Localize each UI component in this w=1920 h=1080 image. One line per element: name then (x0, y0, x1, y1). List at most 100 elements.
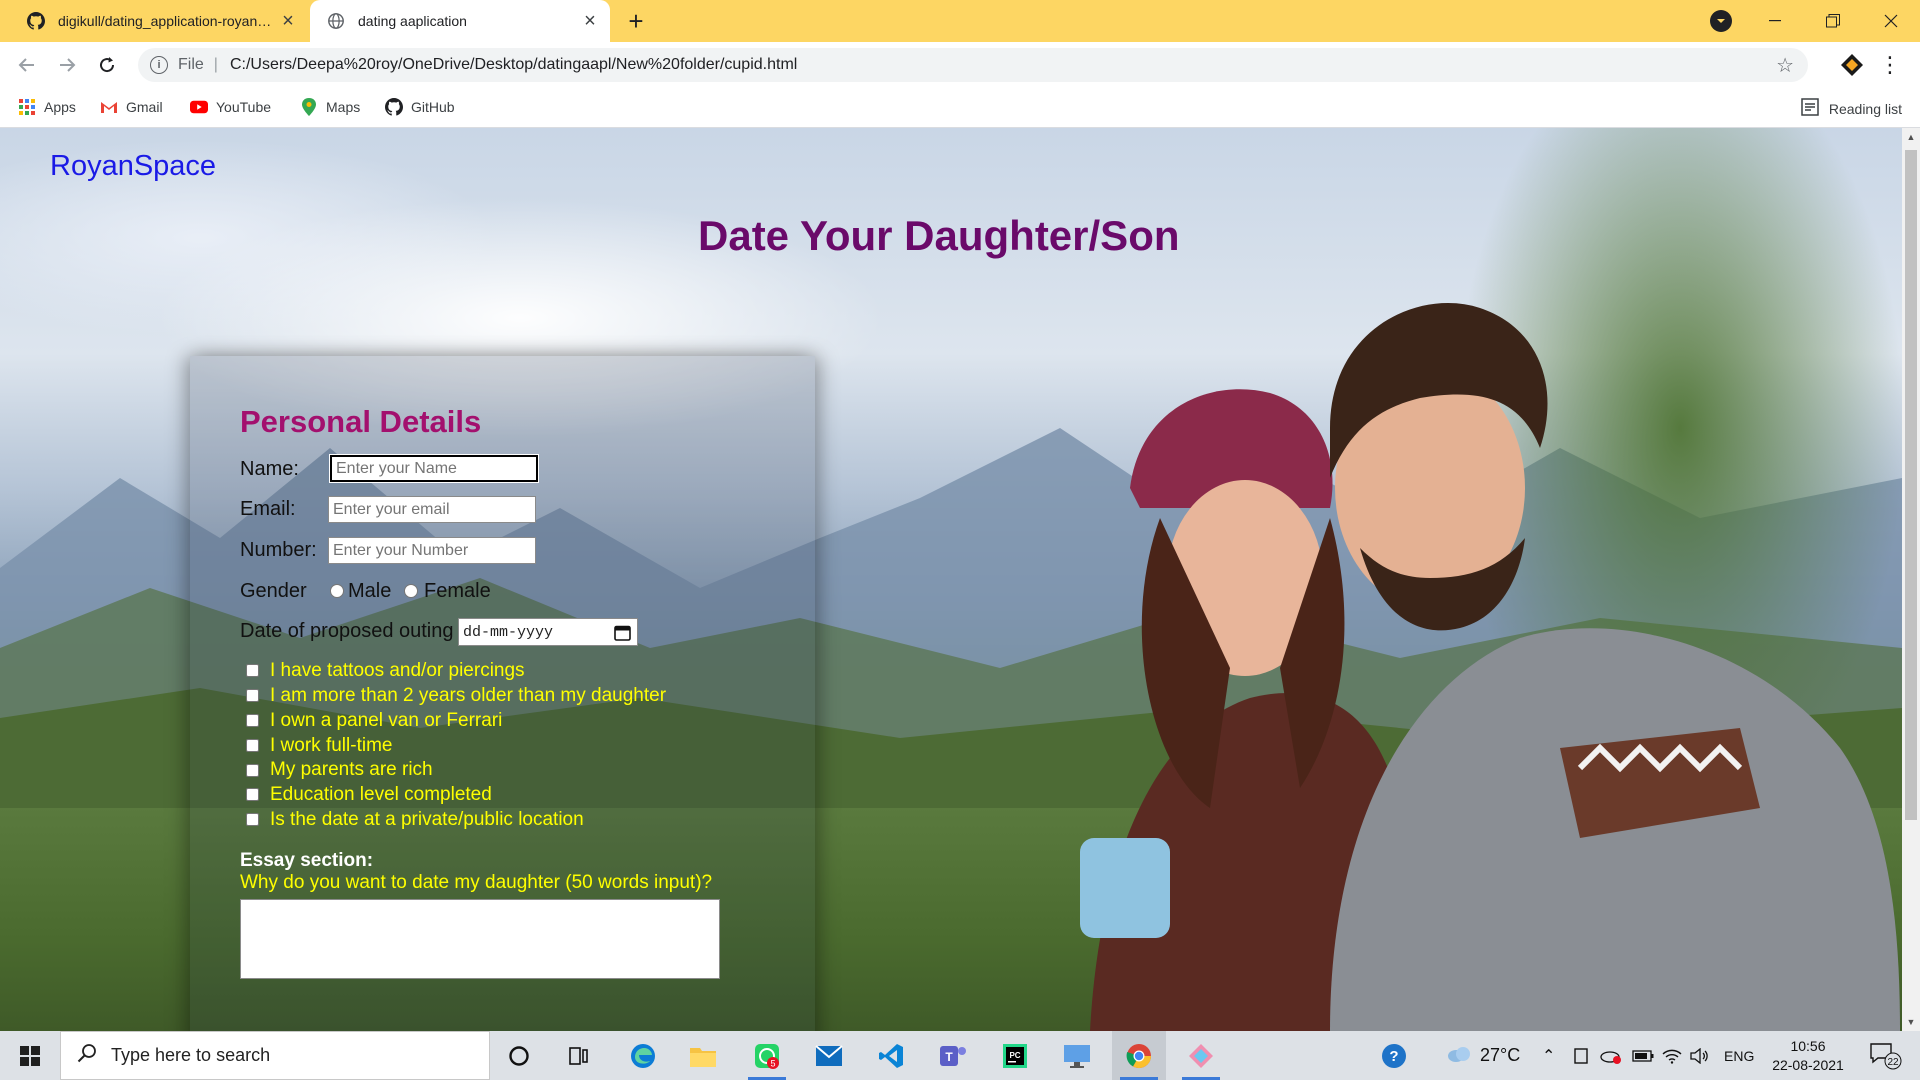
checkbox-rich-parents[interactable] (246, 764, 259, 777)
minimize-icon[interactable] (1752, 0, 1798, 42)
edge-icon[interactable] (616, 1031, 670, 1080)
maps-icon (300, 98, 318, 116)
taskbar-clock[interactable]: 10:56 22-08-2021 (1763, 1037, 1853, 1075)
tray-chevron-icon[interactable]: ⌃ (1542, 1031, 1555, 1080)
bookmark-youtube[interactable]: YouTube (190, 98, 271, 116)
bookmark-gmail[interactable]: Gmail (100, 98, 163, 116)
tab-dating[interactable]: dating aaplication × (310, 0, 610, 42)
help-icon[interactable]: ? (1380, 1031, 1408, 1080)
checkbox-label[interactable]: I work full-time (270, 735, 392, 757)
taskbar-search-box[interactable]: Type here to search (60, 1031, 490, 1080)
teams-icon[interactable]: T (926, 1031, 980, 1080)
weather-cloud-icon (1446, 1044, 1472, 1068)
checkbox-education[interactable] (246, 788, 259, 801)
bookmark-star-icon[interactable]: ☆ (1776, 53, 1794, 78)
language-indicator[interactable]: ENG (1724, 1031, 1754, 1080)
restore-icon[interactable] (1810, 0, 1856, 42)
checkbox-label[interactable]: I am more than 2 years older than my dau… (270, 685, 666, 707)
svg-text:PC: PC (1009, 1051, 1020, 1060)
chrome-taskbar-icon[interactable] (1112, 1031, 1166, 1080)
url-text[interactable]: C:/Users/Deepa%20roy/OneDrive/Desktop/da… (230, 56, 797, 74)
new-tab-button[interactable]: + (622, 6, 650, 36)
scroll-up-icon[interactable]: ▲ (1902, 128, 1920, 146)
checkbox-older[interactable] (246, 689, 259, 702)
chrome-menu-icon[interactable]: ⋮ (1879, 50, 1901, 80)
checkbox-label[interactable]: Education level completed (270, 784, 492, 806)
calendar-icon[interactable] (614, 624, 631, 641)
couple-photo (1080, 303, 1900, 1031)
essay-textarea[interactable] (240, 899, 720, 979)
bookmark-label: GitHub (411, 99, 455, 115)
reading-list-button[interactable]: Reading list (1801, 98, 1902, 119)
task-view-icon[interactable] (552, 1031, 606, 1080)
clock-date: 22-08-2021 (1772, 1057, 1844, 1073)
number-input[interactable]: Enter your Number (328, 537, 536, 564)
page-viewport: RoyanSpace Date Your Daughter/Son Person… (0, 128, 1902, 1031)
scroll-thumb[interactable] (1905, 150, 1917, 820)
email-input[interactable]: Enter your email (328, 496, 536, 523)
checkbox-label[interactable]: I have tattoos and/or piercings (270, 660, 525, 682)
battery-icon[interactable] (1632, 1031, 1654, 1080)
checkbox-label[interactable]: I own a panel van or Ferrari (270, 710, 502, 732)
brand-logo[interactable]: RoyanSpace (50, 150, 216, 183)
checkbox-location[interactable] (246, 813, 259, 826)
taskbar-search-placeholder: Type here to search (111, 1045, 271, 1065)
tab-title: dating aaplication (358, 13, 467, 29)
personal-details-form: Personal Details Name: Enter your Name E… (190, 356, 815, 1031)
cortana-icon[interactable] (492, 1031, 546, 1080)
address-bar[interactable]: i File | C:/Users/Deepa%20roy/OneDrive/D… (138, 48, 1808, 82)
name-input[interactable]: Enter your Name (329, 454, 539, 483)
url-separator: | (213, 56, 218, 73)
checkbox-label[interactable]: Is the date at a private/public location (270, 809, 584, 831)
snipping-tool-icon[interactable] (1174, 1031, 1228, 1080)
close-tab-icon[interactable]: × (274, 7, 302, 35)
bookmark-maps[interactable]: Maps (300, 98, 360, 116)
gender-female-radio[interactable] (404, 584, 418, 598)
tab-search-icon[interactable] (1710, 10, 1732, 32)
page-scrollbar[interactable]: ▲ ▼ (1902, 128, 1920, 1031)
reload-icon[interactable] (92, 50, 122, 80)
bookmark-apps[interactable]: Apps (18, 98, 76, 116)
file-explorer-icon[interactable] (676, 1031, 730, 1080)
wifi-icon[interactable] (1662, 1031, 1682, 1080)
extension-icon[interactable] (1840, 53, 1864, 77)
svg-text:?: ? (1389, 1048, 1398, 1065)
date-input[interactable]: dd-mm-yyyy (458, 618, 638, 646)
tray-device-icon[interactable] (1572, 1031, 1590, 1080)
checkbox-tattoos[interactable] (246, 664, 259, 677)
volume-icon[interactable] (1690, 1031, 1710, 1080)
svg-text:T: T (945, 1050, 953, 1064)
close-window-icon[interactable] (1868, 0, 1914, 42)
scroll-down-icon[interactable]: ▼ (1902, 1013, 1920, 1031)
forward-icon[interactable] (52, 50, 82, 80)
email-placeholder: Enter your email (333, 500, 450, 518)
gender-male-radio[interactable] (330, 584, 344, 598)
vscode-icon[interactable] (864, 1031, 918, 1080)
bookmark-label: Maps (326, 99, 361, 115)
remote-desktop-icon[interactable] (1050, 1031, 1104, 1080)
checkbox-fulltime[interactable] (246, 739, 259, 752)
info-icon[interactable]: i (150, 56, 168, 74)
whatsapp-icon[interactable]: 5 (740, 1031, 794, 1080)
number-label: Number: (240, 539, 317, 561)
back-icon[interactable] (12, 50, 42, 80)
windows-start-icon[interactable] (0, 1031, 60, 1080)
pycharm-icon[interactable]: PC (988, 1031, 1042, 1080)
checkbox-label[interactable]: My parents are rich (270, 759, 433, 781)
onedrive-error-icon[interactable] (1600, 1031, 1622, 1080)
notification-center-icon[interactable]: 22 (1868, 1041, 1908, 1071)
tab-github[interactable]: digikull/dating_application-royanspace × (8, 0, 308, 42)
bookmarks-bar: Apps Gmail YouTube Maps GitHub Reading l… (0, 88, 1920, 128)
github-icon (26, 11, 46, 31)
gender-male-label[interactable]: Male (348, 580, 391, 603)
bookmark-github[interactable]: GitHub (385, 98, 455, 116)
apps-grid-icon (18, 98, 36, 116)
globe-icon (326, 11, 346, 31)
browser-toolbar: i File | C:/Users/Deepa%20roy/OneDrive/D… (0, 42, 1920, 88)
checkbox-van[interactable] (246, 714, 259, 727)
weather-widget[interactable]: 27°C (1446, 1031, 1520, 1080)
mail-icon[interactable] (802, 1031, 856, 1080)
gender-female-label[interactable]: Female (424, 580, 491, 603)
number-placeholder: Enter your Number (333, 541, 469, 559)
close-tab-icon[interactable]: × (576, 7, 604, 35)
